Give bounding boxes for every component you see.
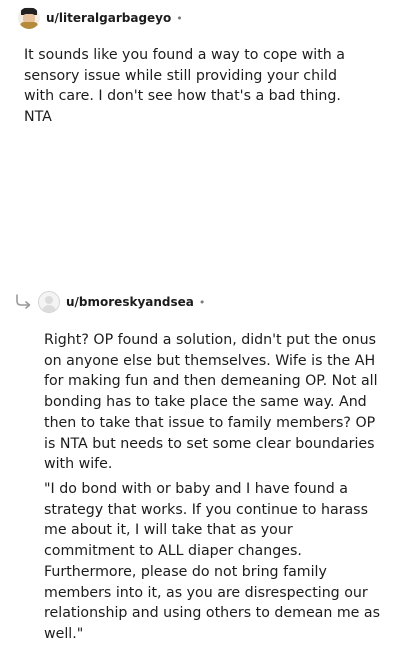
- comment-body-paragraph-1: Right? OP found a solution, didn't put t…: [44, 332, 378, 473]
- default-avatar-icon[interactable]: [38, 291, 60, 313]
- reply-arrow-icon: [14, 292, 34, 312]
- comment-body-paragraph-2: "I do bond with or baby and I have found…: [44, 481, 381, 642]
- separator-dot: •: [198, 295, 206, 309]
- comment-author[interactable]: u/literalgarbageyo: [46, 11, 171, 25]
- comment-body: It sounds like you found a way to cope w…: [24, 47, 345, 126]
- comment-header: u/literalgarbageyo •: [18, 5, 183, 31]
- comment-header: u/bmoreskyandsea •: [38, 289, 205, 315]
- comment-author[interactable]: u/bmoreskyandsea: [66, 295, 194, 309]
- separator-dot: •: [176, 11, 183, 25]
- user-avatar-icon[interactable]: [18, 7, 40, 29]
